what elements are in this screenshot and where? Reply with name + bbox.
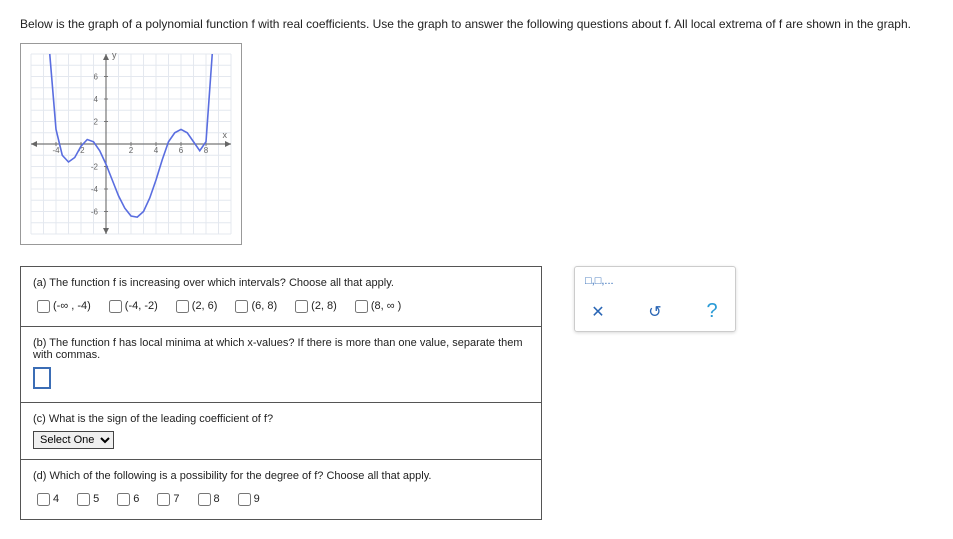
format-hint: □,□,...: [585, 275, 725, 287]
part-d-option[interactable]: 8: [194, 493, 220, 505]
part-d-label: 6: [133, 493, 139, 505]
svg-text:2: 2: [94, 117, 99, 126]
part-d-label: 5: [93, 493, 99, 505]
reset-button[interactable]: ↺: [642, 301, 668, 323]
part-d-option[interactable]: 7: [153, 493, 179, 505]
svg-text:4: 4: [154, 146, 159, 155]
part-a-label: (8, ∞ ): [371, 300, 401, 312]
part-d-text: (d) Which of the following is a possibil…: [33, 470, 529, 482]
part-d-label: 9: [254, 493, 260, 505]
part-a-checkbox[interactable]: [355, 300, 368, 313]
svg-text:2: 2: [129, 146, 134, 155]
answer-input-b[interactable]: [33, 367, 51, 389]
svg-text:x: x: [223, 130, 228, 140]
part-d-option[interactable]: 5: [73, 493, 99, 505]
part-d-option[interactable]: 4: [33, 493, 59, 505]
part-a-option[interactable]: (8, ∞ ): [351, 300, 401, 312]
svg-text:4: 4: [94, 95, 99, 104]
question-box: (a) The function f is increasing over wh…: [20, 266, 542, 520]
part-a-checkbox[interactable]: [235, 300, 248, 313]
part-d-option[interactable]: 6: [113, 493, 139, 505]
leading-coeff-select[interactable]: Select One: [33, 431, 114, 449]
part-d-checkbox[interactable]: [238, 493, 251, 506]
svg-text:y: y: [112, 50, 117, 60]
part-d-checkbox[interactable]: [157, 493, 170, 506]
part-a-label: (2, 8): [311, 300, 337, 312]
part-a-label: (-∞ , -4): [53, 300, 91, 312]
part-a-option[interactable]: (6, 8): [231, 300, 277, 312]
part-a-label: (2, 6): [192, 300, 218, 312]
part-a-option[interactable]: (2, 8): [291, 300, 337, 312]
svg-text:6: 6: [179, 146, 184, 155]
part-a-checkbox[interactable]: [295, 300, 308, 313]
part-d-checkbox[interactable]: [117, 493, 130, 506]
part-d-option[interactable]: 9: [234, 493, 260, 505]
part-d-label: 8: [214, 493, 220, 505]
help-button[interactable]: ?: [699, 301, 725, 323]
part-a-label: (-4, -2): [125, 300, 158, 312]
part-a-label: (6, 8): [251, 300, 277, 312]
part-d-checkbox[interactable]: [37, 493, 50, 506]
undo-icon: ↺: [648, 302, 661, 322]
svg-text:6: 6: [94, 72, 99, 81]
clear-button[interactable]: ✕: [585, 301, 611, 323]
part-d-checkbox[interactable]: [198, 493, 211, 506]
svg-text:-4: -4: [52, 146, 60, 155]
close-icon: ✕: [591, 302, 604, 322]
part-a-checkbox[interactable]: [37, 300, 50, 313]
part-c-text: (c) What is the sign of the leading coef…: [33, 413, 529, 425]
part-a-text: (a) The function f is increasing over wh…: [33, 277, 529, 289]
question-prompt: Below is the graph of a polynomial funct…: [20, 16, 933, 33]
part-a-checkbox[interactable]: [176, 300, 189, 313]
part-d-checkbox[interactable]: [77, 493, 90, 506]
tool-panel: □,□,... ✕ ↺ ?: [574, 266, 736, 332]
part-d-label: 7: [173, 493, 179, 505]
part-a-option[interactable]: (-4, -2): [105, 300, 158, 312]
part-a-checkbox[interactable]: [109, 300, 122, 313]
svg-text:8: 8: [204, 146, 209, 155]
part-b-text: (b) The function f has local minima at w…: [33, 337, 529, 361]
part-a-option[interactable]: (-∞ , -4): [33, 300, 91, 312]
svg-text:-6: -6: [91, 207, 99, 216]
part-d-label: 4: [53, 493, 59, 505]
polynomial-graph: -4-22468-6-4-2246 y x: [20, 43, 242, 245]
part-a-option[interactable]: (2, 6): [172, 300, 218, 312]
question-icon: ?: [706, 300, 717, 323]
svg-text:-4: -4: [91, 185, 99, 194]
svg-text:-2: -2: [91, 162, 99, 171]
